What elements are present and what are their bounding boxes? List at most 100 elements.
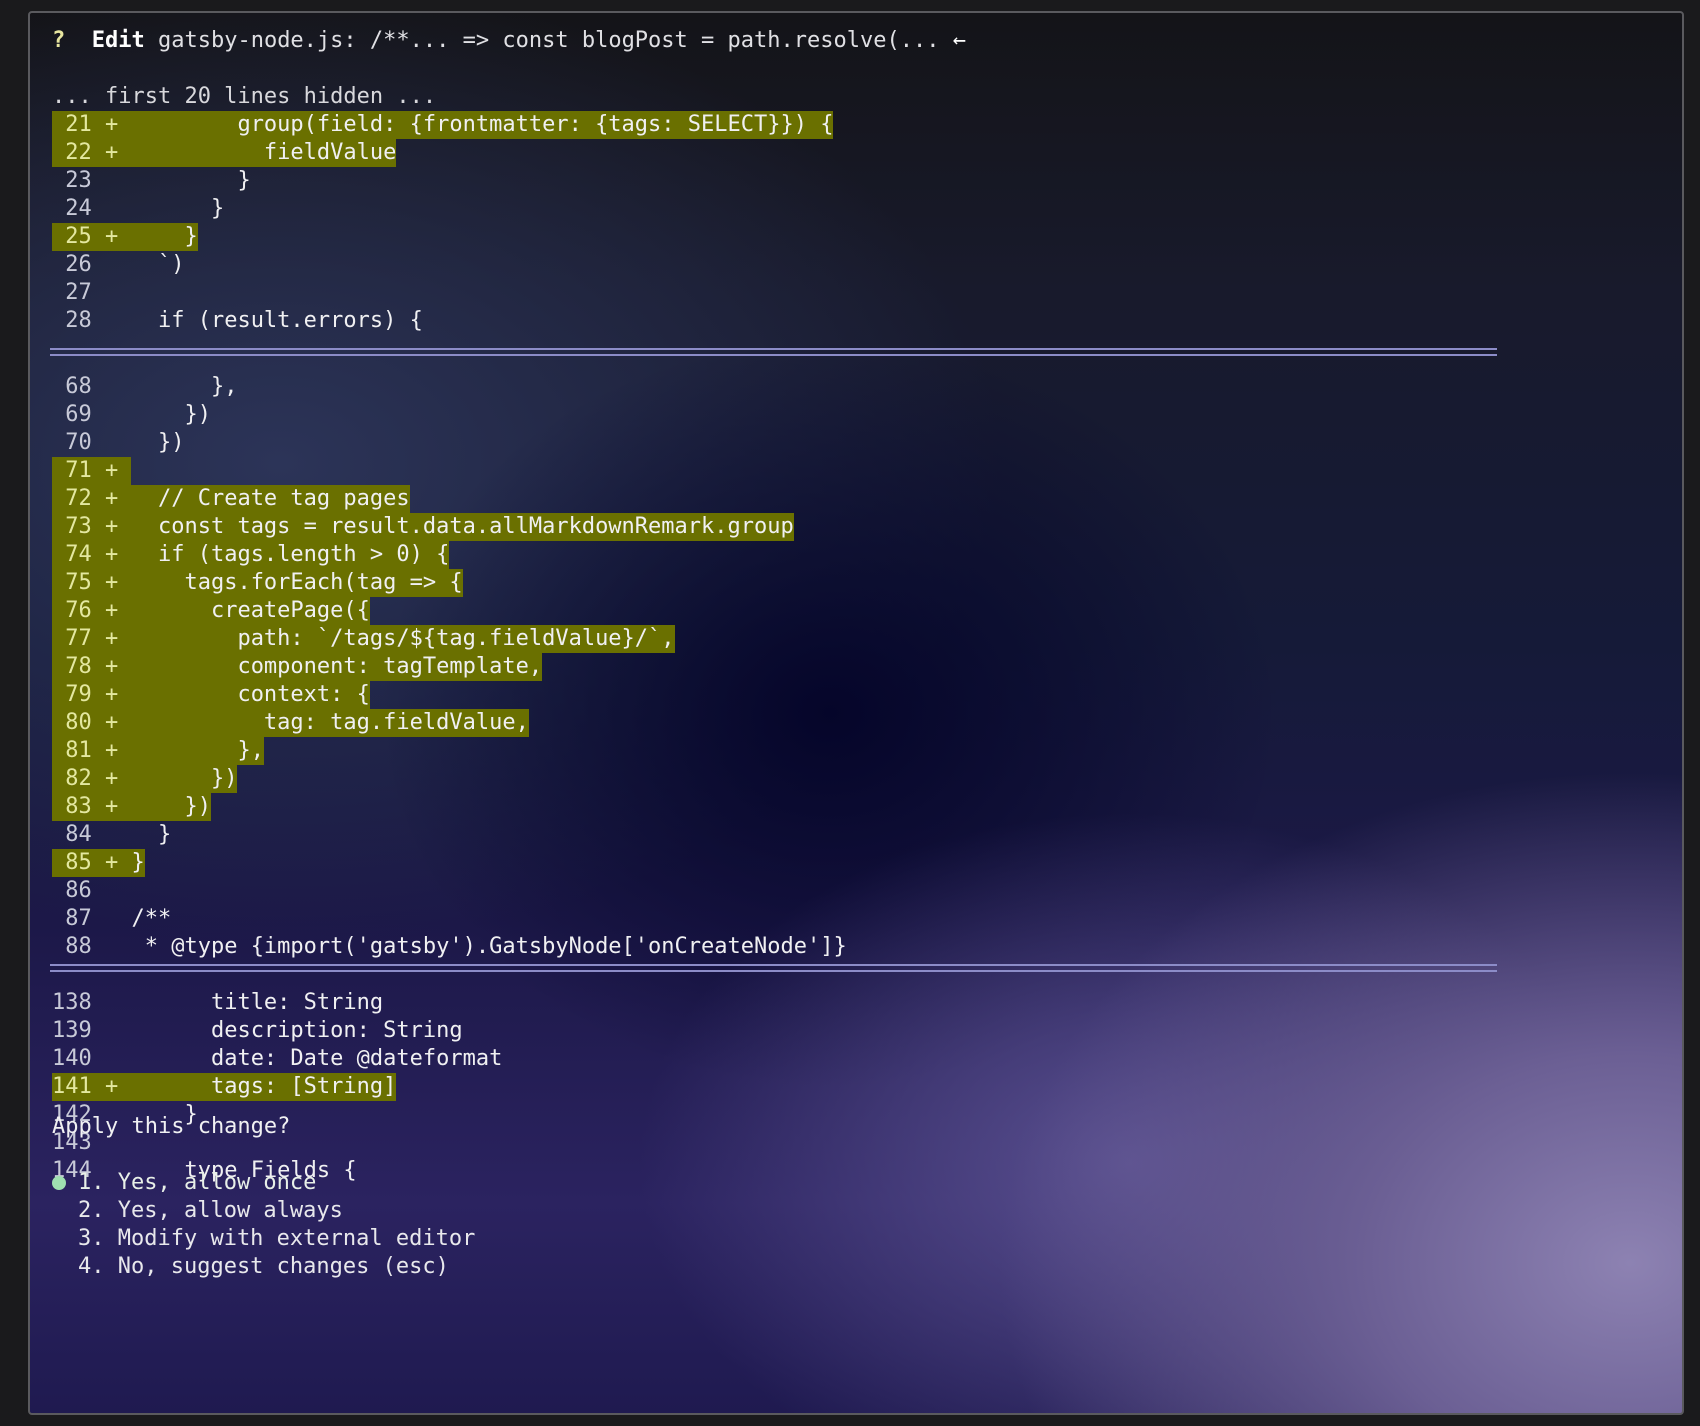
code-text: path: `/tags/${tag.fieldValue}/`, — [131, 625, 675, 653]
diff-line-added: 77 + path: `/tags/${tag.fieldValue}/`, — [52, 625, 847, 653]
code-text: } — [131, 849, 145, 877]
diff-line-added: 73 + const tags = result.data.allMarkdow… — [52, 513, 847, 541]
line-number: 21 + — [52, 111, 132, 139]
diff-line-added: 85 + } — [52, 849, 847, 877]
line-number: 22 + — [52, 139, 132, 167]
diff-line-added: 82 + }) — [52, 765, 847, 793]
line-number: 70 — [52, 430, 132, 455]
diff-line-added: 25 + } — [52, 223, 833, 251]
line-number: 28 — [52, 308, 132, 333]
code-text: } — [131, 223, 198, 251]
diff-line: 69 }) — [52, 401, 847, 429]
diff-hunk-2: 68 }, 69 }) 70 }) 71 + 72 + // Create ta… — [52, 373, 847, 961]
line-number: 79 + — [52, 681, 132, 709]
option-label: 4. No, suggest changes (esc) — [78, 1254, 449, 1279]
option-4[interactable]: 4. No, suggest changes (esc) — [52, 1253, 475, 1281]
diff-line-added: 75 + tags.forEach(tag => { — [52, 569, 847, 597]
diff-line: 87 /** — [52, 905, 847, 933]
diff-line: 88 * @type {import('gatsby').GatsbyNode[… — [52, 933, 847, 961]
line-number: 88 — [52, 934, 132, 959]
options-list: 1. Yes, allow once 2. Yes, allow always 3.… — [52, 1169, 475, 1281]
line-number: 140 — [52, 1046, 132, 1071]
diff-line: 138 title: String — [52, 989, 502, 1017]
option-1[interactable]: 1. Yes, allow once — [52, 1169, 475, 1197]
code-text: tag: tag.fieldValue, — [131, 709, 529, 737]
code-text: /** — [131, 906, 172, 931]
code-text: context: { — [131, 681, 370, 709]
line-number: 138 — [52, 990, 132, 1015]
line-number: 87 — [52, 906, 132, 931]
code-text: // Create tag pages — [131, 485, 410, 513]
line-number: 84 — [52, 822, 132, 847]
option-label: 3. Modify with external editor — [78, 1226, 476, 1251]
diff-line: 68 }, — [52, 373, 847, 401]
line-number: 82 + — [52, 765, 132, 793]
line-number: 71 + — [52, 457, 132, 485]
diff-line-added: 74 + if (tags.length > 0) { — [52, 541, 847, 569]
line-number: 86 — [52, 878, 132, 903]
line-number: 69 — [52, 402, 132, 427]
selected-dot-icon — [52, 1176, 66, 1190]
line-number: 139 — [52, 1018, 132, 1043]
diff-line-added: 21 + group(field: {frontmatter: {tags: S… — [52, 111, 834, 139]
code-text: * @type {import('gatsby').GatsbyNode['on… — [131, 934, 847, 959]
code-text: fieldValue — [131, 139, 397, 167]
apply-change-prompt: Apply this change? — [52, 1114, 291, 1139]
arrow-left-icon: ← — [952, 28, 966, 53]
line-number: 78 + — [52, 653, 132, 681]
line-number: 23 — [52, 168, 132, 193]
code-text: `) — [131, 252, 185, 277]
line-number: 83 + — [52, 793, 132, 821]
diff-line: 24 } — [52, 195, 833, 223]
diff-line: 70 }) — [52, 429, 847, 457]
line-number: 85 + — [52, 849, 132, 877]
diff-line: 86 — [52, 877, 847, 905]
option-2[interactable]: 2. Yes, allow always — [52, 1197, 475, 1225]
diff-line: 140 date: Date @dateformat — [52, 1045, 502, 1073]
code-text: }) — [131, 765, 238, 793]
line-number: 74 + — [52, 541, 132, 569]
diff-line-added: 72 + // Create tag pages — [52, 485, 847, 513]
diff-line: 26 `) — [52, 251, 833, 279]
line-number: 27 — [52, 280, 132, 305]
code-text: } — [131, 196, 225, 221]
diff-line-added: 141 + tags: [String] — [52, 1073, 502, 1101]
option-3[interactable]: 3. Modify with external editor — [52, 1225, 475, 1253]
file-summary: gatsby-node.js: /**... => const blogPost… — [157, 28, 940, 53]
line-number: 72 + — [52, 485, 132, 513]
diff-line-added: 83 + }) — [52, 793, 847, 821]
code-text: createPage({ — [131, 597, 370, 625]
hidden-lines-note: ... first 20 lines hidden ... — [52, 84, 437, 109]
question-icon: ? — [52, 28, 66, 53]
code-text: tags.forEach(tag => { — [131, 569, 463, 597]
code-text: title: String — [131, 990, 384, 1015]
edit-label: Edit — [91, 28, 145, 53]
diff-line-added: 76 + createPage({ — [52, 597, 847, 625]
diff-line: 84 } — [52, 821, 847, 849]
code-text: }) — [131, 793, 211, 821]
diff-line: 23 } — [52, 167, 833, 195]
code-text: date: Date @dateformat — [131, 1046, 503, 1071]
code-text: component: tagTemplate, — [131, 653, 543, 681]
diff-line-added: 79 + context: { — [52, 681, 847, 709]
diff-hunk-3: 138 title: String 139 description: String… — [52, 989, 502, 1185]
code-text: }, — [131, 737, 264, 765]
diff-line: 139 description: String — [52, 1017, 502, 1045]
line-number: 77 + — [52, 625, 132, 653]
code-text: tags: [String] — [131, 1073, 397, 1101]
code-text: group(field: {frontmatter: {tags: SELECT… — [131, 111, 834, 139]
code-text: if (result.errors) { — [131, 308, 423, 333]
edit-header: ? Edit gatsby-node.js: /**... => const b… — [52, 27, 966, 55]
diff-line-added: 78 + component: tagTemplate, — [52, 653, 847, 681]
diff-line: 27 — [52, 279, 833, 307]
diff-line-added: 71 + — [52, 457, 847, 485]
line-number: 25 + — [52, 223, 132, 251]
hunk-separator — [50, 964, 1497, 972]
line-number: 141 + — [52, 1073, 132, 1101]
option-label: 1. Yes, allow once — [78, 1170, 317, 1195]
line-number: 81 + — [52, 737, 132, 765]
code-text: } — [131, 168, 251, 193]
code-text: description: String — [131, 1018, 463, 1043]
line-number: 76 + — [52, 597, 132, 625]
diff-line-added: 80 + tag: tag.fieldValue, — [52, 709, 847, 737]
